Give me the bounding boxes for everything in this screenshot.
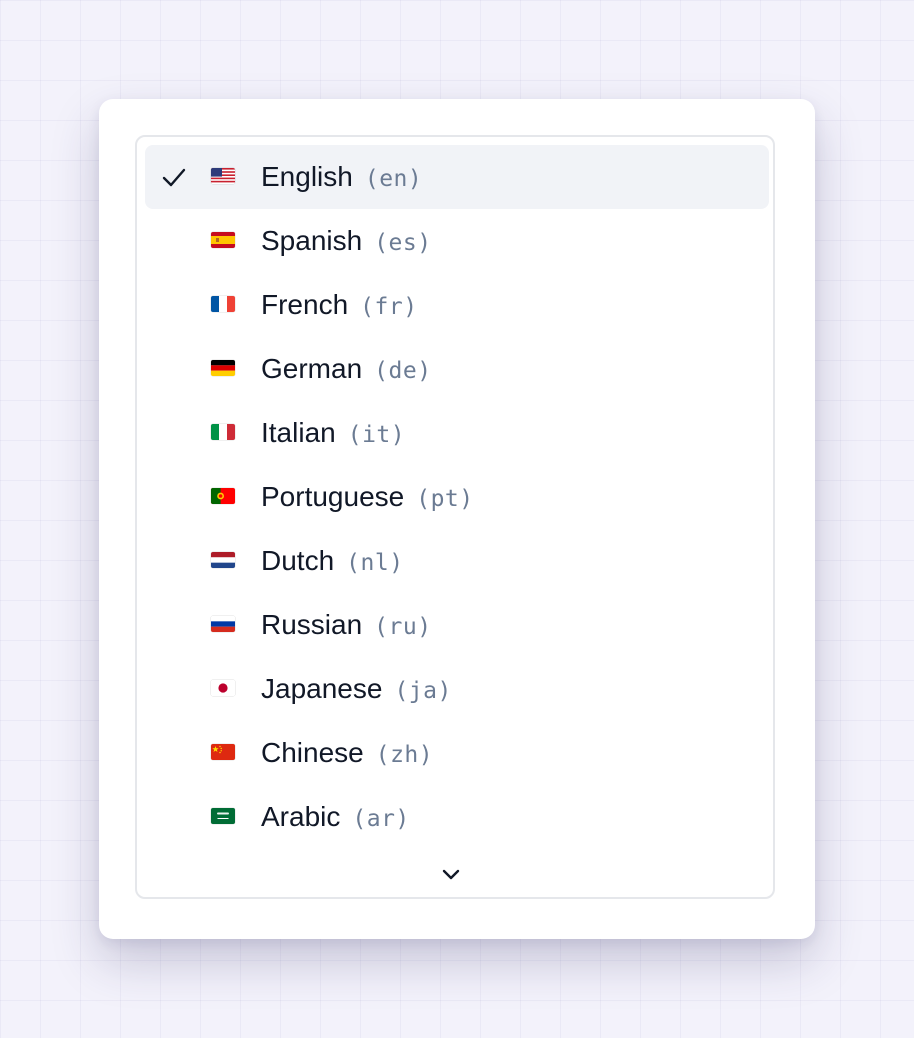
- nl-flag-icon: [211, 552, 235, 568]
- language-code: (de): [374, 358, 432, 384]
- language-option-french[interactable]: French (fr): [145, 273, 769, 337]
- language-code: (zh): [375, 742, 434, 768]
- language-name: English: [261, 161, 353, 192]
- language-label: English (en): [261, 162, 422, 194]
- jp-flag-icon: [211, 680, 235, 696]
- language-option-russian[interactable]: Russian (ru): [145, 593, 769, 657]
- language-option-german[interactable]: German (de): [145, 337, 769, 401]
- ru-flag-icon: [211, 616, 235, 632]
- language-option-dutch[interactable]: Dutch (nl): [145, 529, 769, 593]
- language-name: Portuguese: [261, 481, 405, 512]
- language-code: (ja): [394, 678, 452, 704]
- language-code: (fr): [360, 294, 418, 320]
- language-code: (it): [347, 422, 406, 448]
- language-option-chinese[interactable]: Chinese (zh): [145, 721, 769, 785]
- language-label: Chinese (zh): [261, 738, 433, 770]
- language-label: Portuguese (pt): [261, 482, 474, 514]
- language-option-italian[interactable]: Italian (it): [145, 401, 769, 465]
- language-code: (ar): [352, 806, 410, 832]
- us-flag-icon: [211, 168, 235, 184]
- language-name: Japanese: [261, 673, 383, 704]
- es-flag-icon: [211, 232, 235, 248]
- language-label: Arabic (ar): [261, 802, 410, 834]
- language-option-spanish[interactable]: Spanish (es): [145, 209, 769, 273]
- language-option-portuguese[interactable]: Portuguese (pt): [145, 465, 769, 529]
- language-listbox[interactable]: English (en) Spanish (es) French (fr) Ge…: [135, 135, 775, 899]
- language-name: Arabic: [261, 801, 341, 832]
- chevron-down-icon: [442, 869, 460, 880]
- language-label: Italian (it): [261, 418, 405, 450]
- language-name: Dutch: [261, 545, 335, 576]
- language-option-japanese[interactable]: Japanese (ja): [145, 657, 769, 721]
- language-name: Chinese: [261, 737, 364, 768]
- language-picker-card: English (en) Spanish (es) French (fr) Ge…: [99, 99, 815, 939]
- language-code: (es): [374, 230, 432, 256]
- language-label: French (fr): [261, 290, 418, 322]
- language-code: (ru): [374, 614, 432, 640]
- language-code: (en): [364, 166, 423, 192]
- de-flag-icon: [211, 360, 235, 376]
- sa-flag-icon: [211, 808, 235, 824]
- language-options: English (en) Spanish (es) French (fr) Ge…: [145, 145, 769, 849]
- language-code: (pt): [416, 486, 474, 512]
- language-name: Russian: [261, 609, 363, 640]
- fr-flag-icon: [211, 296, 235, 312]
- language-label: Spanish (es): [261, 226, 432, 258]
- language-name: Italian: [261, 417, 336, 448]
- language-label: Japanese (ja): [261, 674, 452, 706]
- language-label: German (de): [261, 354, 432, 386]
- it-flag-icon: [211, 424, 235, 440]
- language-label: Dutch (nl): [261, 546, 404, 578]
- language-option-arabic[interactable]: Arabic (ar): [145, 785, 769, 849]
- cn-flag-icon: [211, 744, 235, 760]
- checkmark-icon: [162, 168, 186, 187]
- language-name: French: [261, 289, 349, 320]
- language-name: German: [261, 353, 363, 384]
- language-code: (nl): [346, 550, 404, 576]
- language-option-english[interactable]: English (en): [145, 145, 769, 209]
- scroll-down-button[interactable]: [437, 861, 465, 889]
- language-name: Spanish: [261, 225, 363, 256]
- pt-flag-icon: [211, 488, 235, 504]
- language-label: Russian (ru): [261, 610, 432, 642]
